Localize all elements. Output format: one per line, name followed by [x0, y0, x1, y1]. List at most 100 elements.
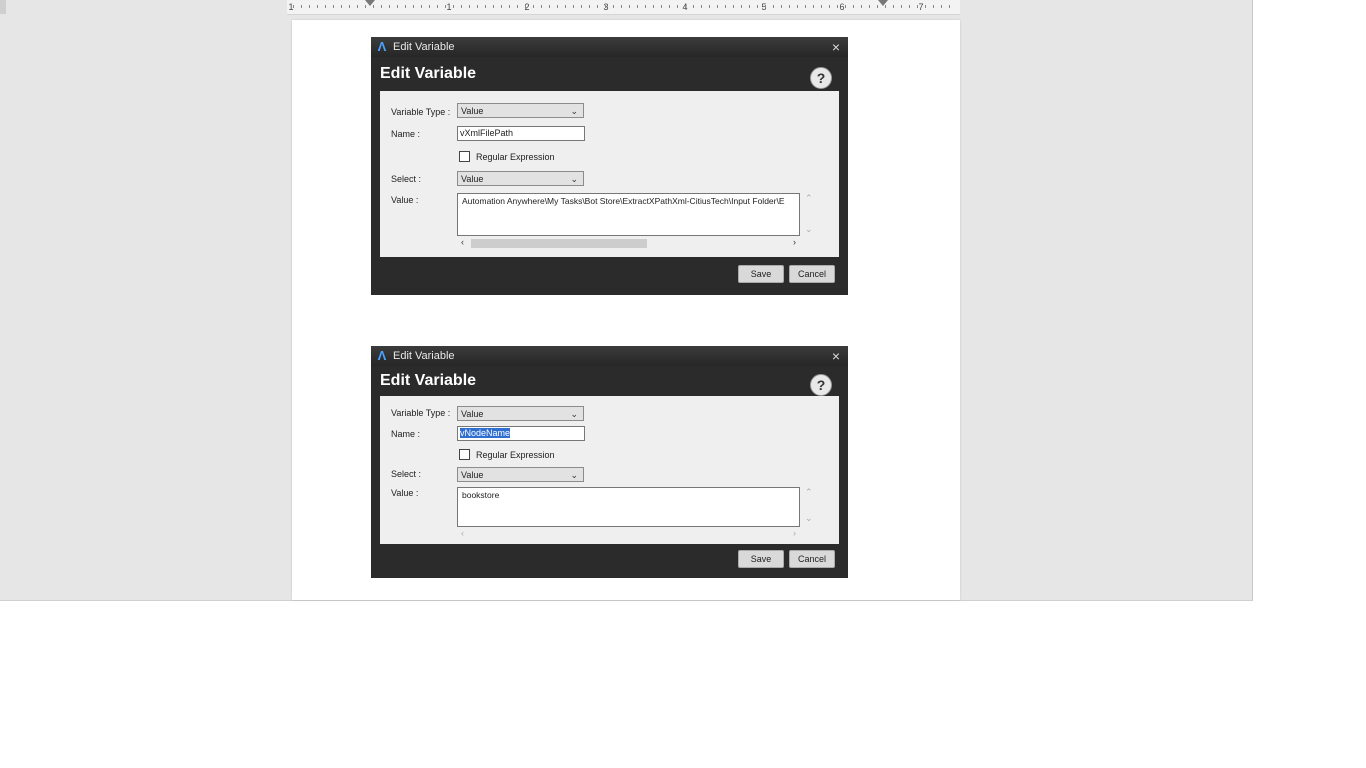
ruler-tick: [293, 5, 294, 8]
ruler-tick: [949, 5, 950, 8]
ruler-tick: [933, 5, 934, 8]
scroll-right-icon[interactable]: ›: [793, 237, 796, 247]
ruler-tick: [877, 5, 878, 8]
ruler-tick: [373, 5, 374, 8]
select-label: Select :: [391, 469, 422, 479]
ruler-tick: [941, 5, 942, 8]
save-button[interactable]: Save: [738, 550, 784, 568]
scroll-left-icon[interactable]: ‹: [461, 237, 464, 247]
ruler-tick: [909, 5, 910, 8]
scroll-down-icon[interactable]: ⌄: [805, 224, 813, 235]
horizontal-ruler[interactable]: 1 1 2 3 4 5 6 7: [287, 0, 960, 15]
variable-type-select[interactable]: Value ⌄: [457, 103, 584, 118]
ruler-tick: [453, 5, 454, 8]
name-input[interactable]: vNodeName: [457, 426, 585, 441]
value-textarea[interactable]: Automation Anywhere\My Tasks\Bot Store\E…: [457, 193, 800, 236]
ruler-tick: [573, 5, 574, 8]
ruler-tick: [741, 5, 742, 8]
close-icon[interactable]: ×: [832, 39, 840, 55]
help-icon[interactable]: ?: [810, 67, 832, 89]
scroll-up-icon[interactable]: ⌃: [805, 487, 813, 498]
ruler-tick: [309, 5, 310, 8]
dialog-heading: Edit Variable: [380, 372, 477, 389]
variable-type-select[interactable]: Value ⌄: [457, 406, 584, 421]
select-dropdown[interactable]: Value ⌄: [457, 171, 584, 186]
dialog-footer: Save Cancel: [371, 544, 848, 574]
scrollbar-thumb[interactable]: [471, 239, 647, 248]
ruler-tick: [813, 5, 814, 8]
ruler-tick: [429, 5, 430, 8]
ruler-tick: [549, 5, 550, 8]
ruler-tick: [701, 5, 702, 8]
chevron-down-icon: ⌄: [570, 106, 578, 116]
name-value: vXmlFilePath: [460, 128, 514, 138]
ruler-tick: [341, 5, 342, 8]
ruler-tick: [677, 5, 678, 8]
ruler-number: 1: [446, 2, 452, 12]
ruler-tick: [901, 5, 902, 8]
ruler-tick: [869, 5, 870, 8]
ruler-tick: [621, 5, 622, 8]
regex-option[interactable]: Regular Expression: [459, 449, 555, 460]
variable-type-value: Value: [461, 106, 484, 116]
scroll-left-icon[interactable]: ‹: [461, 528, 464, 538]
ruler-tick: [413, 5, 414, 8]
ruler-tick: [557, 5, 558, 8]
ruler-tick: [725, 5, 726, 8]
ruler-tick: [837, 5, 838, 8]
ruler-tick: [653, 5, 654, 8]
ruler-tick: [885, 5, 886, 8]
help-icon[interactable]: ?: [810, 374, 832, 396]
ruler-tick: [765, 5, 766, 8]
regex-label: Regular Expression: [476, 151, 555, 162]
value-label: Value :: [391, 488, 419, 498]
dialog-titlebar[interactable]: Λ Edit Variable ×: [371, 346, 848, 366]
regex-label: Regular Expression: [476, 449, 555, 460]
value-text: Automation Anywhere\My Tasks\Bot Store\E…: [462, 196, 785, 206]
ruler-tick: [605, 5, 606, 8]
window-title: Edit Variable: [393, 41, 455, 53]
ruler-tick: [421, 5, 422, 8]
close-icon[interactable]: ×: [832, 348, 840, 364]
variable-type-label: Variable Type :: [391, 408, 451, 418]
scroll-down-icon[interactable]: ⌄: [805, 513, 813, 524]
ruler-tick: [717, 5, 718, 8]
ruler-tick: [917, 5, 918, 8]
ruler-tick: [693, 5, 694, 8]
ruler-tick: [781, 5, 782, 8]
scroll-up-icon[interactable]: ⌃: [805, 193, 813, 204]
ruler-tick: [381, 5, 382, 8]
horizontal-scrollbar[interactable]: ‹ ›: [457, 237, 800, 248]
ruler-tick: [637, 5, 638, 8]
ruler-tick: [541, 5, 542, 8]
ruler-tick: [581, 5, 582, 8]
cancel-button[interactable]: Cancel: [789, 550, 835, 568]
value-text: bookstore: [462, 490, 500, 500]
ruler-tick: [525, 5, 526, 8]
ruler-tick: [805, 5, 806, 8]
dialog-body: Variable Type : Value ⌄ Name : vNodeName…: [380, 396, 839, 544]
cancel-button[interactable]: Cancel: [789, 265, 835, 283]
edit-variable-dialog: Λ Edit Variable × Edit Variable ? Variab…: [371, 37, 848, 295]
ruler-tick: [733, 5, 734, 8]
ruler-tick: [845, 5, 846, 8]
regex-checkbox[interactable]: [459, 151, 470, 162]
variable-type-label: Variable Type :: [391, 107, 451, 117]
select-value: Value: [461, 470, 484, 480]
ruler-tick: [349, 5, 350, 8]
right-indent-marker[interactable]: [878, 0, 888, 6]
name-value: vNodeName: [460, 428, 511, 438]
window-title: Edit Variable: [393, 350, 455, 362]
value-textarea[interactable]: bookstore: [457, 487, 800, 527]
regex-checkbox[interactable]: [459, 449, 470, 460]
dialog-titlebar[interactable]: Λ Edit Variable ×: [371, 37, 848, 57]
regex-option[interactable]: Regular Expression: [459, 151, 555, 162]
scroll-right-icon[interactable]: ›: [793, 528, 796, 538]
chevron-down-icon: ⌄: [570, 409, 578, 419]
select-dropdown[interactable]: Value ⌄: [457, 467, 584, 482]
save-button[interactable]: Save: [738, 265, 784, 283]
name-label: Name :: [391, 129, 421, 139]
name-input[interactable]: vXmlFilePath: [457, 126, 585, 141]
chevron-down-icon: ⌄: [570, 470, 578, 480]
horizontal-scrollbar[interactable]: ‹ ›: [457, 528, 800, 539]
